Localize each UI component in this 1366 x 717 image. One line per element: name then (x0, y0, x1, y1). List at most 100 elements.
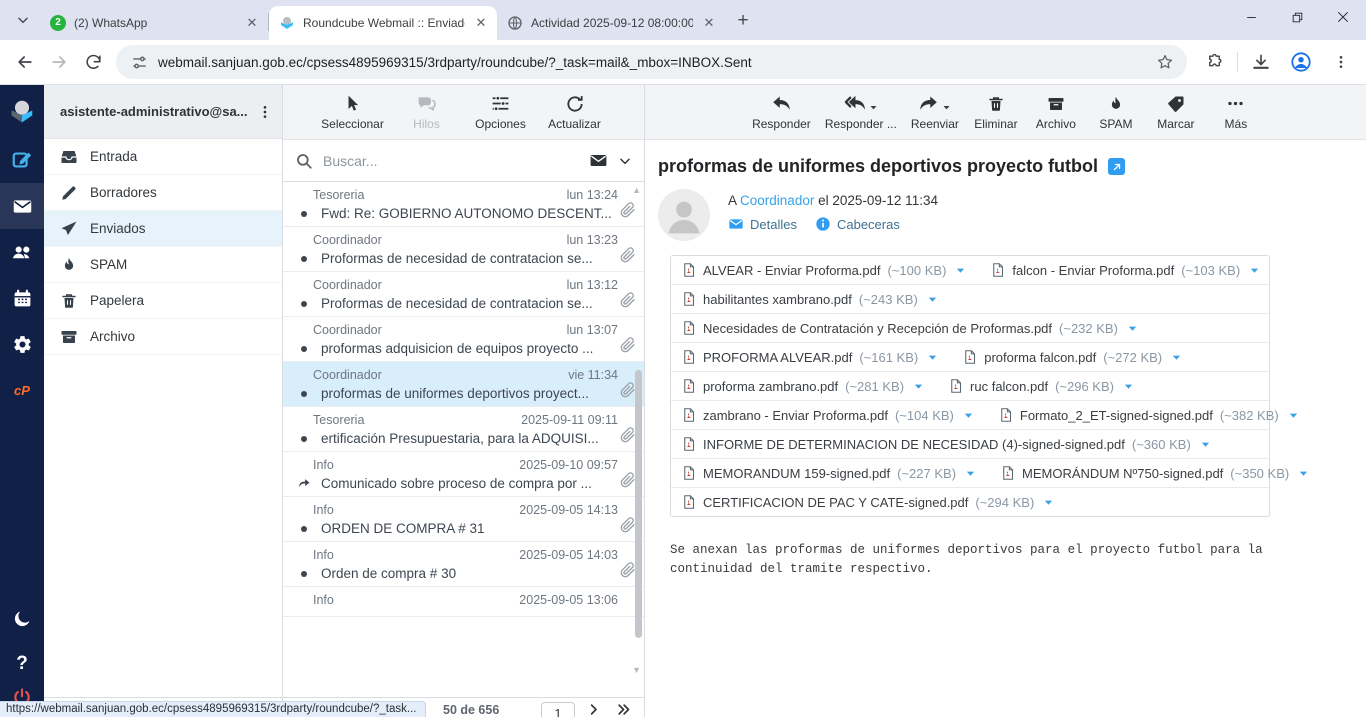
taskbar-calendar-icon[interactable] (0, 275, 44, 321)
close-window-button[interactable] (1320, 0, 1366, 34)
taskbar-dark-mode-icon[interactable] (0, 595, 44, 641)
attachment-menu-icon[interactable] (1200, 439, 1211, 450)
attachment-item[interactable]: falcon - Enviar Proforma.pdf(~103 KB) (980, 256, 1274, 284)
taskbar-mail-icon[interactable] (0, 183, 44, 229)
list-seleccionar-button[interactable]: Seleccionar (317, 87, 389, 137)
attachment-item[interactable]: proforma falcon.pdf(~272 KB) (952, 343, 1196, 371)
folder-item-borradores[interactable]: Borradores (44, 175, 282, 211)
list-actualizar-button[interactable]: Actualizar (539, 87, 611, 137)
message-row[interactable]: Coordinadorlun 13:12Proformas de necesid… (283, 272, 644, 317)
address-bar[interactable]: webmail.sanjuan.gob.ec/cpsess4895969315/… (116, 45, 1187, 79)
folder-item-papelera[interactable]: Papelera (44, 283, 282, 319)
attachment-item[interactable]: INFORME DE DETERMINACION DE NECESIDAD (4… (671, 430, 1225, 458)
new-tab-button[interactable]: + (729, 7, 757, 35)
taskbar-cpanel[interactable]: cP (0, 367, 44, 413)
taskbar-help[interactable]: ? (0, 641, 44, 687)
list-opciones-button[interactable]: Opciones (465, 87, 537, 137)
tab-search-button[interactable] (8, 3, 38, 37)
mail-marcar-button[interactable]: Marcar (1147, 87, 1205, 137)
attachment-item[interactable]: CERTIFICACION DE PAC Y CATE-signed.pdf(~… (671, 488, 1068, 516)
attachment-item[interactable]: ALVEAR - Enviar Proforma.pdf(~100 KB) (671, 256, 980, 284)
close-tab-icon[interactable]: ✕ (473, 15, 489, 31)
mail-spam-button[interactable]: SPAM (1087, 87, 1145, 137)
message-row[interactable]: Coordinadorlun 13:23Proformas de necesid… (283, 227, 644, 272)
bookmark-star-icon[interactable] (1153, 50, 1177, 74)
mail-más-button[interactable]: Más (1207, 87, 1265, 137)
attachment-item[interactable]: zambrano - Enviar Proforma.pdf(~104 KB) (671, 401, 988, 429)
downloads-icon[interactable] (1244, 45, 1278, 79)
page-number-input[interactable]: 1 (541, 702, 575, 717)
taskbar-compose-icon[interactable] (0, 137, 44, 183)
minimize-button[interactable] (1228, 0, 1274, 34)
mail-archivo-button[interactable]: Archivo (1027, 87, 1085, 137)
folder-item-entrada[interactable]: Entrada (44, 139, 282, 175)
close-tab-icon[interactable]: ✕ (701, 15, 717, 31)
attachment-menu-icon[interactable] (1043, 497, 1054, 508)
message-row[interactable]: Tesorerialun 13:24Fwd: Re: GOBIERNO AUTO… (283, 182, 644, 227)
account-menu-icon[interactable] (254, 99, 276, 125)
list-hilos-button[interactable]: Hilos (391, 87, 463, 137)
attachment-menu-icon[interactable] (963, 410, 974, 421)
attachment-menu-icon[interactable] (913, 381, 924, 392)
folder-item-spam[interactable]: SPAM (44, 247, 282, 283)
tab-whatsapp[interactable]: 2 (2) WhatsApp ✕ (40, 6, 268, 40)
mail-reenviar-button[interactable]: Reenviar (905, 87, 965, 137)
message-row[interactable]: Info2025-09-05 14:03Orden de compra # 30 (283, 542, 644, 587)
scroll-up-icon[interactable]: ▲ (632, 185, 641, 195)
back-button[interactable] (8, 45, 42, 79)
attachment-menu-icon[interactable] (1123, 381, 1134, 392)
attachment-menu-icon[interactable] (1171, 352, 1182, 363)
restore-button[interactable] (1274, 0, 1320, 34)
external-link-icon[interactable] (1108, 158, 1125, 175)
attachment-menu-icon[interactable] (1298, 468, 1309, 479)
attachment-menu-icon[interactable] (965, 468, 976, 479)
message-row[interactable]: Coordinadorlun 13:07proformas adquisicio… (283, 317, 644, 362)
attachment-menu-icon[interactable] (927, 352, 938, 363)
tab-roundcube[interactable]: Roundcube Webmail :: Enviados ✕ (269, 6, 497, 40)
attachment-item[interactable]: MEMORÁNDUM Nº750-signed.pdf(~350 KB) (990, 459, 1323, 487)
taskbar-settings-icon[interactable] (0, 321, 44, 367)
attachment-item[interactable]: Necesidades de Contratación y Recepción … (671, 314, 1152, 342)
profile-icon[interactable] (1284, 45, 1318, 79)
message-row[interactable]: Info2025-09-10 09:57Comunicado sobre pro… (283, 452, 644, 497)
mail-responder-button[interactable]: Responder ... (819, 87, 903, 137)
next-page-icon[interactable] (586, 702, 601, 717)
last-page-icon[interactable] (615, 702, 632, 717)
search-options-icon[interactable] (618, 154, 632, 168)
attachment-menu-icon[interactable] (1127, 323, 1138, 334)
browser-menu-icon[interactable] (1324, 45, 1358, 79)
scroll-down-icon[interactable]: ▼ (632, 665, 641, 675)
recipient-link[interactable]: Coordinador (740, 193, 814, 208)
attachment-item[interactable]: Formato_2_ET-signed-signed.pdf(~382 KB) (988, 401, 1313, 429)
close-tab-icon[interactable]: ✕ (244, 15, 260, 31)
attachment-menu-icon[interactable] (1249, 265, 1260, 276)
dropdown-caret-icon[interactable] (942, 103, 951, 112)
folder-item-archivo[interactable]: Archivo (44, 319, 282, 355)
attachment-menu-icon[interactable] (955, 265, 966, 276)
headers-toggle[interactable]: Cabeceras (815, 216, 900, 232)
attachment-item[interactable]: ruc falcon.pdf(~296 KB) (938, 372, 1148, 400)
attachment-menu-icon[interactable] (1288, 410, 1299, 421)
search-input[interactable] (323, 153, 579, 169)
tab-actividad[interactable]: Actividad 2025-09-12 08:00:00 ✕ (497, 6, 725, 40)
attachment-item[interactable]: habilitantes xambrano.pdf(~243 KB) (671, 285, 952, 313)
attachment-item[interactable]: proforma zambrano.pdf(~281 KB) (671, 372, 938, 400)
details-toggle[interactable]: Detalles (728, 216, 797, 232)
taskbar-contacts-icon[interactable] (0, 229, 44, 275)
attachment-item[interactable]: PROFORMA ALVEAR.pdf(~161 KB) (671, 343, 952, 371)
folder-item-enviados[interactable]: Enviados (44, 211, 282, 247)
message-row[interactable]: Coordinadorvie 11:34proformas de uniform… (283, 362, 644, 407)
message-row[interactable]: Tesoreria2025-09-11 09:11ertificación Pr… (283, 407, 644, 452)
attachment-item[interactable]: MEMORANDUM 159-signed.pdf(~227 KB) (671, 459, 990, 487)
search-scope-icon[interactable] (589, 151, 608, 170)
dropdown-caret-icon[interactable] (869, 103, 878, 112)
attachment-menu-icon[interactable] (927, 294, 938, 305)
url-text[interactable]: webmail.sanjuan.gob.ec/cpsess4895969315/… (158, 55, 1153, 70)
mail-eliminar-button[interactable]: Eliminar (967, 87, 1025, 137)
message-row[interactable]: Info2025-09-05 14:13ORDEN DE COMPRA # 31 (283, 497, 644, 542)
reload-button[interactable] (76, 45, 110, 79)
forward-button[interactable] (42, 45, 76, 79)
site-info-icon[interactable] (128, 51, 150, 73)
extensions-icon[interactable] (1197, 45, 1231, 79)
list-scrollbar[interactable] (635, 370, 642, 638)
